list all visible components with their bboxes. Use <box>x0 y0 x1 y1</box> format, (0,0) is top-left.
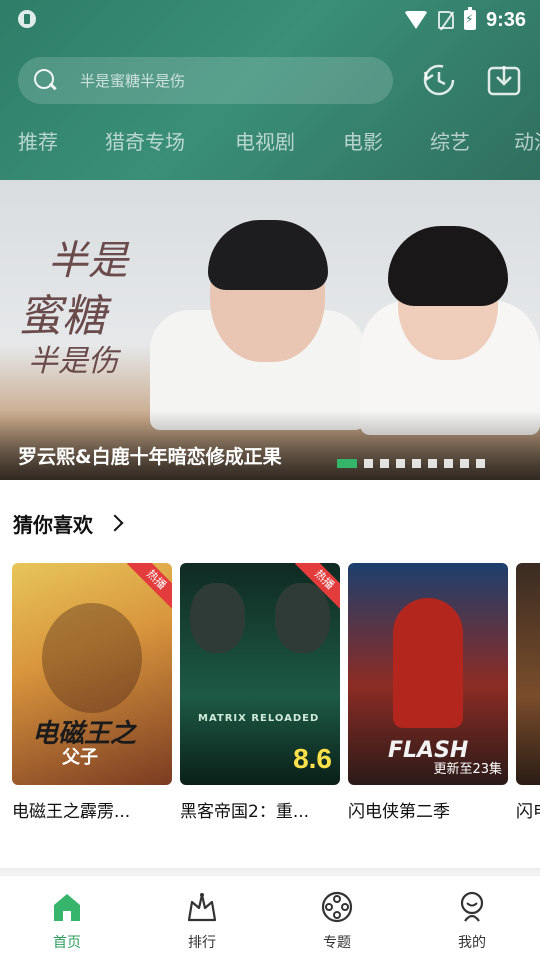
art-line-1: 半是 <box>48 238 128 284</box>
category-tabs: 推荐 猎奇专场 电视剧 电影 综艺 动漫 <box>0 118 540 162</box>
status-bar: 9:36 <box>0 0 540 40</box>
tab-variety[interactable]: 综艺 <box>430 126 470 155</box>
history-icon[interactable] <box>421 62 457 98</box>
nav-ranking[interactable]: 排行 <box>162 884 242 954</box>
carousel-dot[interactable] <box>396 458 405 468</box>
tab-tv[interactable]: 电视剧 <box>235 126 295 155</box>
carousel-dot[interactable] <box>428 458 437 468</box>
profile-icon <box>460 891 484 922</box>
poster-subtitle-text: 父子 <box>62 747 98 768</box>
section-title: 猜你喜欢 <box>13 512 93 537</box>
banner-carousel[interactable]: 半是 蜜糖 半是伤 罗云熙&白鹿十年暗恋修成正果 <box>0 180 540 480</box>
card-title: 闪电... <box>516 802 540 822</box>
video-card[interactable]: 热播 MATRIX RELOADED 8.6 黑客帝国2：重... <box>180 563 340 822</box>
video-card-partial[interactable]: 闪电... <box>516 563 540 822</box>
status-right: 9:36 <box>403 6 526 34</box>
banner-actor-2-hair <box>388 226 508 306</box>
home-icon <box>54 894 80 921</box>
carousel-dot[interactable] <box>460 458 469 468</box>
poster: 热播 MATRIX RELOADED 8.6 <box>180 563 340 785</box>
search-placeholder: 半是蜜糖半是伤 <box>80 72 186 90</box>
film-reel-icon <box>321 891 353 923</box>
video-card[interactable]: 热播 电磁王之 父子 电磁王之霹雳... <box>12 563 172 822</box>
nav-label: 排行 <box>188 935 216 951</box>
card-title: 黑客帝国2：重... <box>180 802 310 822</box>
art-line-3: 半是伤 <box>28 344 118 379</box>
card-title: 电磁王之霹雳... <box>12 802 131 822</box>
carousel-dot[interactable] <box>412 458 421 468</box>
battery-charging-icon <box>463 7 476 30</box>
carousel-dot[interactable] <box>476 458 485 468</box>
tab-anime[interactable]: 动漫 <box>514 126 540 155</box>
carousel-dots <box>337 458 485 468</box>
update-tag: 更新至23集 <box>433 762 502 777</box>
ranking-icon <box>187 893 217 922</box>
carousel-dot[interactable] <box>364 458 373 468</box>
wifi-icon <box>403 11 428 29</box>
nav-home[interactable]: 首页 <box>27 884 107 954</box>
poster: FLASH 更新至23集 <box>348 563 508 785</box>
banner-caption: 罗云熙&白鹿十年暗恋修成正果 <box>18 446 282 468</box>
carousel-dot[interactable] <box>337 458 357 468</box>
no-sim-icon <box>437 11 454 29</box>
bottom-nav: 首页 排行 专题 我的 <box>0 875 540 958</box>
carousel-dot[interactable] <box>380 458 389 468</box>
status-time: 9:36 <box>485 8 526 31</box>
poster: 热播 电磁王之 父子 <box>12 563 172 785</box>
art-line-2: 蜜糖 <box>18 291 106 342</box>
tab-movie[interactable]: 电影 <box>343 126 383 155</box>
app-notification-icon <box>18 10 36 28</box>
tab-recommend[interactable]: 推荐 <box>18 126 58 155</box>
rating: 8.6 <box>293 743 332 774</box>
nav-me[interactable]: 我的 <box>432 884 512 954</box>
nav-label: 首页 <box>53 935 81 951</box>
search-bar[interactable]: 半是蜜糖半是伤 <box>18 57 393 104</box>
hot-badge: 热播 <box>127 563 172 609</box>
poster <box>516 563 540 785</box>
carousel-dot[interactable] <box>444 458 453 468</box>
search-icon <box>34 68 58 93</box>
banner-actor-1-hair <box>208 220 328 290</box>
card-title: 闪电侠第二季 <box>348 802 450 822</box>
chevron-right-icon <box>106 514 124 532</box>
nav-topics[interactable]: 专题 <box>297 884 377 954</box>
download-icon[interactable] <box>486 62 522 98</box>
nav-label: 专题 <box>323 935 351 951</box>
video-card[interactable]: FLASH 更新至23集 闪电侠第二季 <box>348 563 508 822</box>
section-header[interactable]: 猜你喜欢 <box>13 508 124 538</box>
nav-label: 我的 <box>458 935 486 951</box>
header: 9:36 半是蜜糖半是伤 推荐 猎奇专场 电视剧 电影 综艺 动漫 <box>0 0 540 180</box>
poster-title-text: MATRIX RELOADED <box>198 713 320 724</box>
tab-special[interactable]: 猎奇专场 <box>105 126 185 155</box>
